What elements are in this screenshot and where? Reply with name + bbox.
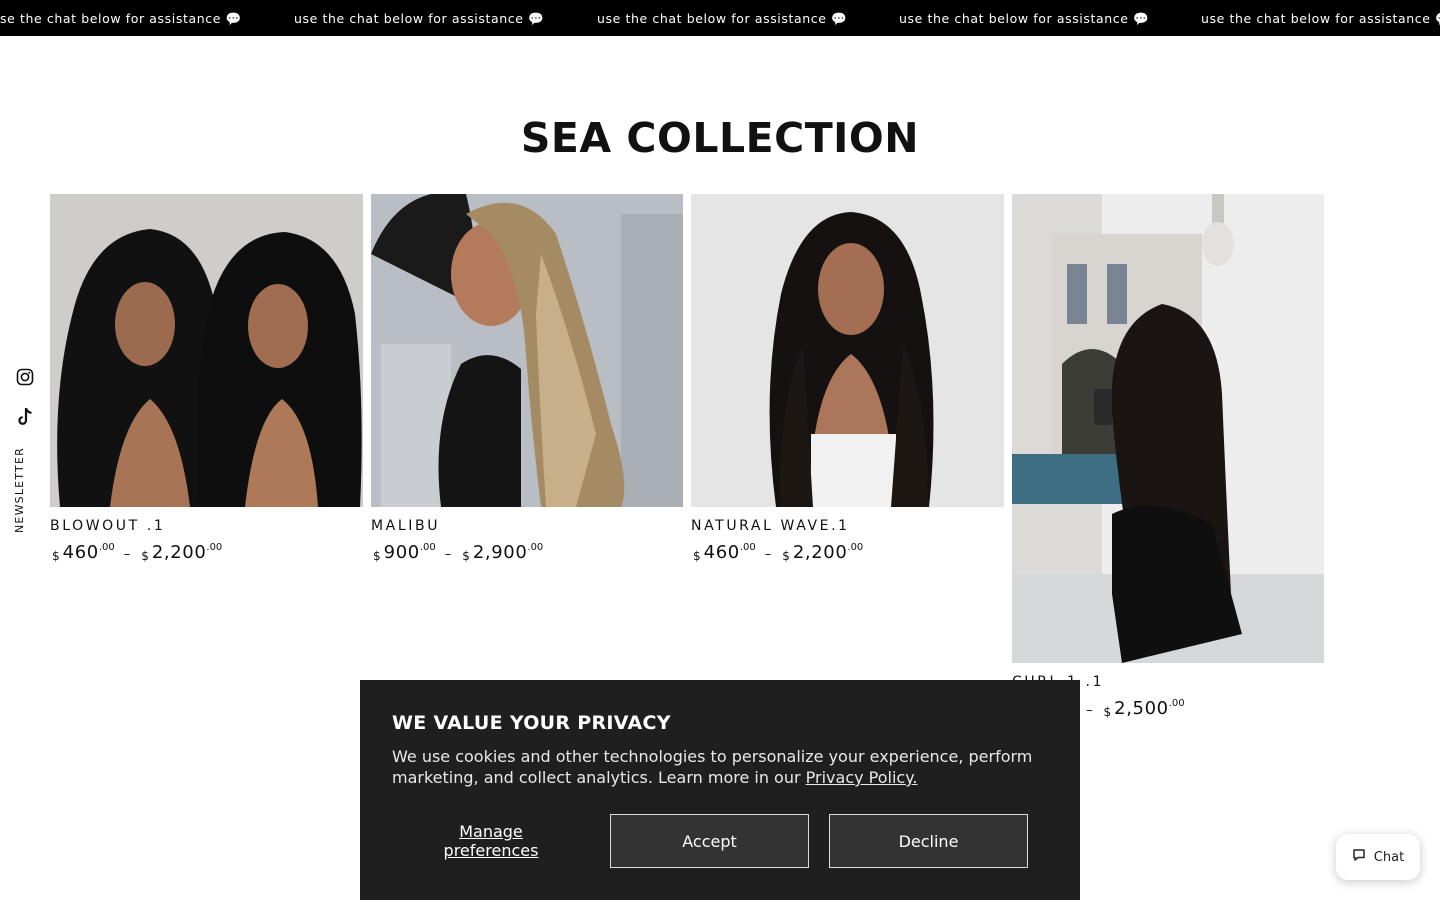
announcement-message: se the chat below for assistance 💬 [0, 11, 242, 26]
price-max-cents: .00 [1168, 698, 1185, 709]
product-name[interactable]: NATURAL WAVE.1 [691, 518, 1004, 534]
price-min: 460 [703, 542, 740, 563]
cookie-body-text: We use cookies and other technologies to… [392, 747, 1033, 787]
cookie-title: WE VALUE YOUR PRIVACY [392, 712, 671, 734]
currency-symbol: $ [782, 549, 790, 563]
price-separator: – [1086, 703, 1093, 718]
price-separator: – [123, 547, 131, 562]
product-name[interactable]: MALIBU [371, 518, 683, 534]
currency-symbol: $ [462, 549, 470, 563]
chat-label: Chat [1373, 849, 1405, 865]
product-image[interactable] [691, 194, 1004, 507]
announcement-message: use the chat below for assistance 💬 [294, 11, 545, 26]
collection-title: SEA COLLECTION [520, 114, 920, 162]
currency-symbol: $ [141, 549, 149, 563]
price-max: 2,200 [792, 542, 848, 563]
newsletter-tab[interactable]: NEWSLETTER [13, 443, 26, 533]
price-min-cents: .00 [98, 542, 115, 553]
price-max-cents: .00 [847, 542, 864, 553]
product-card[interactable]: CURL 1 .1 – $2,500.00 [1012, 194, 1324, 719]
price-min-cents: .00 [419, 542, 436, 553]
product-price: $460.00 – $2,200.00 [691, 542, 1004, 563]
chat-bubble-icon [1352, 848, 1366, 866]
price-separator: – [444, 547, 452, 562]
manage-preferences-link[interactable]: Manage preferences [438, 822, 544, 860]
announcement-message: use the chat below for assistance 💬 [899, 11, 1150, 26]
announcement-bar: se the chat below for assistance 💬 use t… [0, 0, 1440, 36]
price-min: 460 [62, 542, 99, 563]
chat-launcher-button[interactable]: Chat [1336, 834, 1420, 880]
instagram-icon[interactable] [14, 366, 36, 388]
price-max-cents: .00 [527, 542, 544, 553]
product-card[interactable]: MALIBU $900.00 – $2,900.00 [371, 194, 683, 563]
price-max-cents: .00 [206, 542, 223, 553]
product-image[interactable] [371, 194, 683, 507]
price-separator: – [764, 547, 772, 562]
announcement-message: use the chat below for assistance 💬 [597, 11, 848, 26]
decline-button[interactable]: Decline [829, 814, 1028, 868]
currency-symbol: $ [1103, 705, 1112, 719]
product-image[interactable] [1012, 194, 1324, 663]
announcement-message: use the chat below for assistance 💬 [1201, 11, 1440, 26]
currency-symbol: $ [693, 549, 701, 563]
price-max: 2,900 [472, 542, 528, 563]
tiktok-icon[interactable] [14, 406, 36, 428]
accept-button[interactable]: Accept [610, 814, 809, 868]
cookie-description: We use cookies and other technologies to… [392, 746, 1052, 788]
product-name[interactable]: BLOWOUT .1 [50, 518, 363, 534]
currency-symbol: $ [373, 549, 381, 563]
product-card[interactable]: NATURAL WAVE.1 $460.00 – $2,200.00 [691, 194, 1004, 563]
price-min-cents: .00 [739, 542, 756, 553]
product-image[interactable] [50, 194, 363, 507]
product-card[interactable]: BLOWOUT .1 $460.00 – $2,200.00 [50, 194, 363, 563]
privacy-policy-link[interactable]: Privacy Policy. [806, 768, 918, 787]
product-price: $460.00 – $2,200.00 [50, 542, 363, 563]
currency-symbol: $ [52, 549, 60, 563]
product-price: $900.00 – $2,900.00 [371, 542, 683, 563]
price-min: 900 [383, 542, 420, 563]
price-max: 2,200 [151, 542, 207, 563]
price-max: 2,500 [1114, 698, 1169, 719]
cookie-banner: WE VALUE YOUR PRIVACY We use cookies and… [360, 680, 1080, 900]
